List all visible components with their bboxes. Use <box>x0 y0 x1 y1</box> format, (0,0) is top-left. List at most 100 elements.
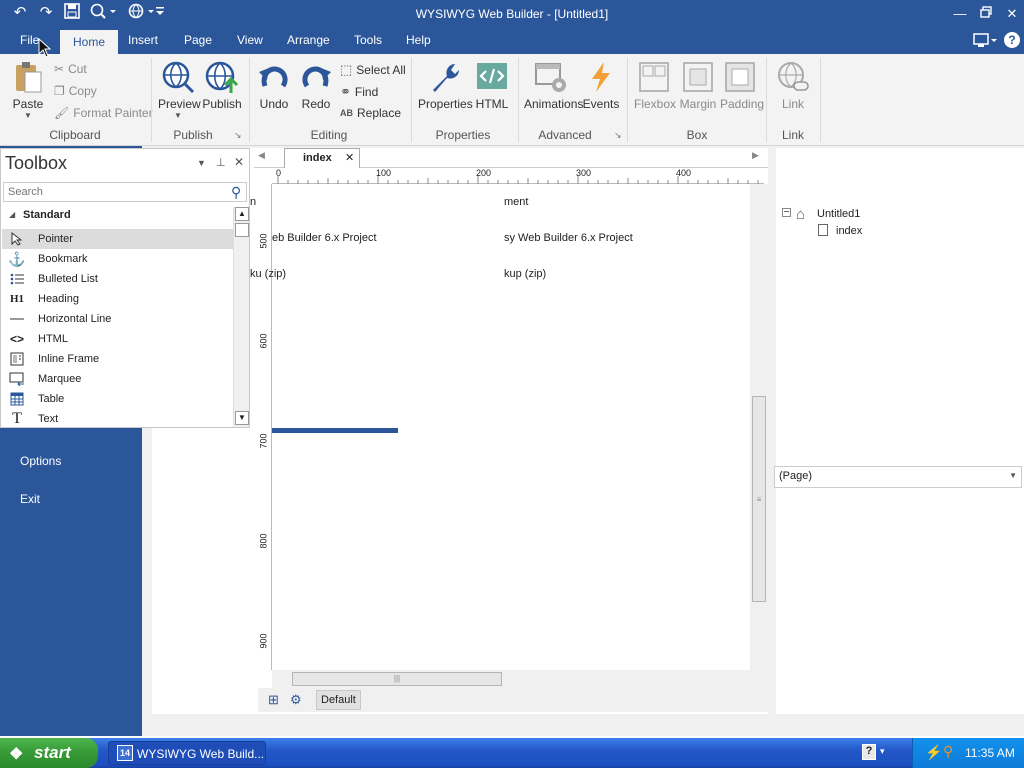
default-layout-tab[interactable]: Default <box>316 690 361 710</box>
canvas-bar-element[interactable] <box>272 428 398 433</box>
close-button[interactable]: ✕ <box>998 4 1024 24</box>
publish-button[interactable]: Publish <box>202 60 242 111</box>
taskbar-app-button[interactable]: 14 WYSIWYG Web Build... <box>108 741 266 765</box>
paste-icon <box>16 62 42 93</box>
ruler-label: 0 <box>276 168 282 178</box>
toolbox-scrollbar[interactable]: ▲ ▼ <box>233 207 249 427</box>
tray-arrows-icon[interactable]: ▾ <box>880 746 885 757</box>
margin-button[interactable]: Margin <box>678 60 718 111</box>
replace-button[interactable]: AB Replace <box>340 106 401 120</box>
toolbox-item-inline-frame[interactable]: Inline Frame <box>2 349 234 369</box>
pin-icon[interactable]: ⊥ <box>216 156 226 169</box>
toolbox-scroll-thumb[interactable] <box>235 223 249 237</box>
tab-tools[interactable]: Tools <box>354 33 382 47</box>
tab-index[interactable]: index ✕ <box>284 148 360 168</box>
ribbon-tab-bar: File Home Insert Page View Arrange Tools… <box>0 28 1024 54</box>
horizontal-scrollbar[interactable]: ||| <box>272 670 768 688</box>
ruler-label: 900 <box>258 633 269 649</box>
toolbox-item-text[interactable]: T Text <box>2 409 234 429</box>
design-canvas[interactable]: n ment eb Builder 6.x Project sy Web Bui… <box>250 184 750 670</box>
network-tray-icon[interactable]: ⚡ <box>925 744 942 761</box>
tab-scroll-right-icon[interactable]: ▶ <box>752 150 759 161</box>
vertical-scroll-thumb[interactable]: ≡ <box>752 396 766 602</box>
horizontal-scroll-thumb[interactable]: ||| <box>292 672 502 686</box>
link-button[interactable]: Link <box>774 60 812 111</box>
tab-arrange[interactable]: Arrange <box>287 33 330 47</box>
html-button[interactable]: HTML <box>474 60 510 111</box>
toolbox-item-horizontal-line[interactable]: Horizontal Line <box>2 309 234 329</box>
minimize-button[interactable]: — <box>946 4 974 24</box>
tab-view[interactable]: View <box>237 33 263 47</box>
cut-button[interactable]: ✂ Cut <box>54 62 87 76</box>
toolbox-item-heading[interactable]: H1 Heading <box>2 289 234 309</box>
tab-page[interactable]: Page <box>184 33 212 47</box>
tab-insert[interactable]: Insert <box>128 33 158 47</box>
toolbox-panel: Toolbox ▼ ⊥ ✕ ⚲ ◢ Standard Pointer ⚓Book… <box>0 148 250 428</box>
events-button[interactable]: Events <box>582 60 620 111</box>
animations-button[interactable]: Animations <box>524 60 583 111</box>
close-tab-icon[interactable]: ✕ <box>345 151 354 164</box>
advanced-dialog-launcher-icon[interactable]: ↘ <box>614 130 622 141</box>
ruler-label: 100 <box>376 168 392 178</box>
format-painter-button[interactable]: 🖌 Format Painter <box>54 106 153 120</box>
toolbox-close-icon[interactable]: ✕ <box>234 155 244 169</box>
toolbox-menu-icon[interactable]: ▼ <box>197 158 206 168</box>
toolbox-item-bulleted-list[interactable]: Bulleted List <box>2 269 234 289</box>
toolbox-item-table[interactable]: Table <box>2 389 234 409</box>
publish-dialog-launcher-icon[interactable]: ↘ <box>234 130 242 141</box>
toolbox-section-standard[interactable]: Standard <box>23 209 71 221</box>
preview-dropdown-icon[interactable]: ▼ <box>158 111 198 120</box>
layout-bar: ⊞ ⚙ Default <box>258 688 768 712</box>
add-breakpoint-icon[interactable]: ⊞ <box>268 692 279 708</box>
chevron-down-icon[interactable]: ▼ <box>1009 471 1017 480</box>
toolbox-item-bookmark[interactable]: ⚓ Bookmark <box>2 249 234 269</box>
scroll-up-icon[interactable]: ▲ <box>235 207 249 221</box>
home-icon: ⌂ <box>796 206 806 223</box>
file-menu-options[interactable]: Options <box>20 454 61 468</box>
select-all-button[interactable]: ⬚ Select All <box>340 62 406 78</box>
tree-collapse-icon[interactable]: − <box>782 208 791 218</box>
ribbon-separator <box>820 58 821 142</box>
anchor-icon: ⚓ <box>8 250 26 267</box>
breakpoint-settings-icon[interactable]: ⚙ <box>290 692 302 708</box>
paste-dropdown-icon[interactable]: ▼ <box>10 111 46 120</box>
tab-scroll-left-icon[interactable]: ◀ <box>258 150 265 161</box>
toolbox-item-marquee[interactable]: Marquee <box>2 369 234 389</box>
start-button[interactable]: ❖ start <box>0 738 98 768</box>
brush-icon: 🖌 <box>54 106 70 120</box>
flexbox-button[interactable]: Flexbox <box>634 60 676 111</box>
horizontal-ruler: 0 100 200 300 400 <box>272 168 764 184</box>
redo-button[interactable]: Redo <box>298 60 334 111</box>
section-collapse-icon[interactable]: ◢ <box>9 210 15 219</box>
tab-help[interactable]: Help <box>406 33 431 47</box>
site-tree-page[interactable]: index <box>836 225 862 237</box>
toolbox-search-input[interactable] <box>3 182 247 202</box>
properties-object-select[interactable]: (Page) ▼ <box>774 466 1022 488</box>
layout-switch-icon[interactable] <box>972 32 1000 50</box>
marquee-icon <box>2 372 32 386</box>
padding-button[interactable]: Padding <box>720 60 764 111</box>
copy-icon: ❐ <box>54 84 65 98</box>
scroll-down-icon[interactable]: ▼ <box>235 411 249 425</box>
heading-icon: H1 <box>9 293 25 305</box>
link-group-label: Link <box>781 128 804 142</box>
help-tray-icon[interactable]: ? <box>862 744 876 760</box>
toolbox-item-pointer[interactable]: Pointer <box>2 229 234 249</box>
undo-button[interactable]: Undo <box>256 60 292 111</box>
preview-button[interactable]: Preview ▼ <box>158 60 201 120</box>
tab-home[interactable]: Home <box>60 30 119 54</box>
vertical-scrollbar[interactable]: ≡ <box>750 184 768 670</box>
search-tray-icon[interactable]: ⚲ <box>943 743 953 760</box>
file-menu-exit[interactable]: Exit <box>20 492 40 506</box>
site-tree-root[interactable]: Untitled1 <box>817 208 860 220</box>
ruler-label: 800 <box>258 533 269 549</box>
find-button[interactable]: ⚭ Find <box>340 84 378 100</box>
toolbox-item-html[interactable]: <> HTML <box>2 329 234 349</box>
tab-file[interactable]: File <box>20 33 39 47</box>
search-icon[interactable]: ⚲ <box>231 184 241 201</box>
copy-button[interactable]: ❐ Copy <box>54 84 97 98</box>
help-icon[interactable]: ? <box>1004 32 1020 48</box>
restore-button[interactable] <box>972 4 1000 24</box>
properties-button[interactable]: Properties <box>418 60 473 111</box>
paste-button[interactable]: Paste ▼ <box>10 60 46 120</box>
